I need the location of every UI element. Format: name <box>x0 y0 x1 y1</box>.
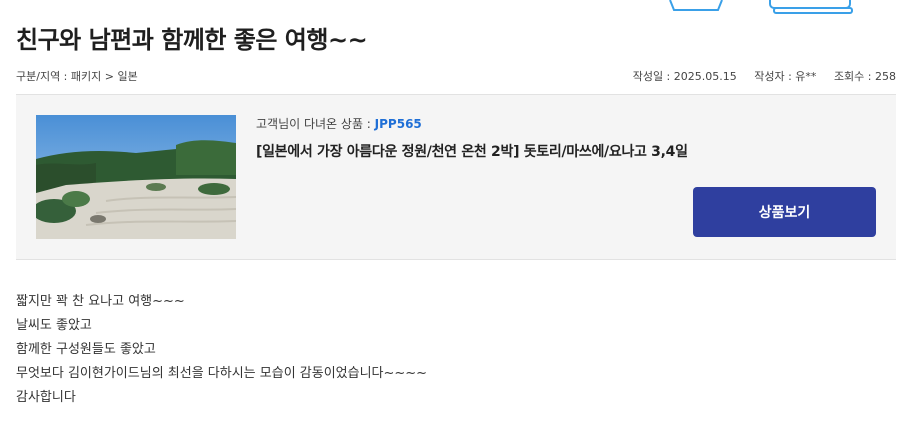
content-line: 짧지만 꽉 찬 요나고 여행~~~ <box>16 294 185 309</box>
post-date: 작성일 : 2025.05.15 <box>632 70 737 83</box>
header-illustration <box>669 0 853 14</box>
content-line: 함께한 구성원들도 좋았고 <box>16 342 156 357</box>
garden-image <box>36 115 236 239</box>
content-line: 무엇보다 김이현가이드님의 최선을 다하시는 모습이 감동이었습니다~~~~ <box>16 366 428 381</box>
post-meta: 구분/지역 : 패키지 > 일본 작성일 : 2025.05.15 작성자 : … <box>16 68 896 84</box>
content-line: 날씨도 좋았고 <box>16 318 92 333</box>
product-code: JPP565 <box>374 117 422 131</box>
page-title: 친구와 남편과 함께한 좋은 여행~~ <box>16 26 368 54</box>
post-info: 작성일 : 2025.05.15 작성자 : 유** 조회수 : 258 <box>619 68 896 84</box>
product-card: 고객님이 다녀온 상품 : JPP565 [일본에서 가장 아름다운 정원/천연… <box>16 94 896 260</box>
product-title[interactable]: [일본에서 가장 아름다운 정원/천연 온천 2박] 돗토리/마쓰에/요나고 3… <box>256 141 688 161</box>
view-product-button[interactable]: 상품보기 <box>693 187 876 237</box>
product-label-prefix: 고객님이 다녀온 상품 : <box>256 117 375 131</box>
view-count: 조회수 : 258 <box>833 70 896 83</box>
breadcrumb: 구분/지역 : 패키지 > 일본 <box>16 70 138 83</box>
post-author: 작성자 : 유** <box>754 70 817 83</box>
product-label: 고객님이 다녀온 상품 : JPP565 <box>256 115 422 132</box>
content-line: 감사합니다 <box>16 390 76 405</box>
product-thumbnail[interactable] <box>36 115 236 239</box>
post-content: 짧지만 꽉 찬 요나고 여행~~~ 날씨도 좋았고 함께한 구성원들도 좋았고 … <box>16 290 427 410</box>
